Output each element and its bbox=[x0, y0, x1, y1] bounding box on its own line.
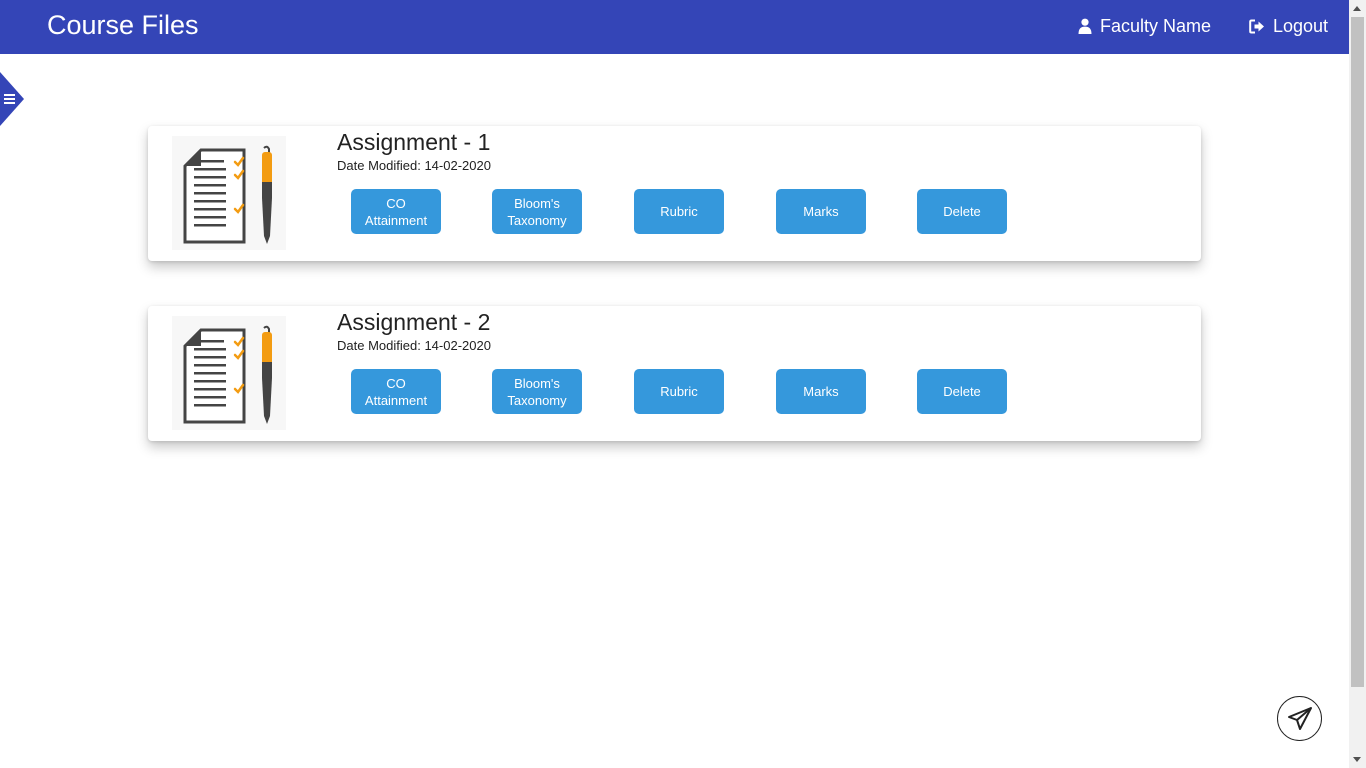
date-modified-value: 14-02-2020 bbox=[424, 158, 491, 173]
send-button[interactable] bbox=[1277, 696, 1322, 741]
scroll-up-arrow-icon[interactable] bbox=[1353, 6, 1361, 11]
blooms-taxonomy-button[interactable]: Bloom's Taxonomy bbox=[492, 189, 582, 234]
assignment-card: Assignment - 2 Date Modified: 14-02-2020 … bbox=[148, 306, 1201, 441]
rubric-button[interactable]: Rubric bbox=[634, 189, 724, 234]
vertical-scrollbar[interactable] bbox=[1349, 0, 1366, 768]
date-modified-label: Date Modified: bbox=[337, 158, 421, 173]
card-title: Assignment - 1 bbox=[337, 129, 491, 155]
date-modified: Date Modified: 14-02-2020 bbox=[337, 158, 491, 174]
blooms-taxonomy-button[interactable]: Bloom's Taxonomy bbox=[492, 369, 582, 414]
hamburger-icon bbox=[4, 94, 15, 104]
page: Course Files Faculty Name Logout Assignm… bbox=[0, 0, 1366, 768]
logout-button[interactable]: Logout bbox=[1249, 14, 1328, 38]
user-name-label: Faculty Name bbox=[1100, 15, 1212, 36]
delete-button[interactable]: Delete bbox=[917, 369, 1007, 414]
marks-button[interactable]: Marks bbox=[776, 369, 866, 414]
user-icon bbox=[1078, 18, 1092, 34]
rubric-button[interactable]: Rubric bbox=[634, 369, 724, 414]
co-attainment-button[interactable]: CO Attainment bbox=[351, 369, 441, 414]
paper-plane-icon bbox=[1287, 706, 1312, 730]
sidebar-toggle-button[interactable] bbox=[0, 72, 24, 126]
sign-out-icon bbox=[1249, 19, 1264, 33]
date-modified: Date Modified: 14-02-2020 bbox=[337, 338, 491, 354]
page-title: Course Files bbox=[47, 10, 199, 40]
card-title: Assignment - 2 bbox=[337, 309, 491, 335]
assignment-card: Assignment - 1 Date Modified: 14-02-2020 … bbox=[148, 126, 1201, 261]
header-bar: Course Files Faculty Name Logout bbox=[0, 0, 1349, 54]
date-modified-value: 14-02-2020 bbox=[424, 338, 491, 353]
logout-label: Logout bbox=[1273, 15, 1329, 36]
co-attainment-button[interactable]: CO Attainment bbox=[351, 189, 441, 234]
user-menu[interactable]: Faculty Name bbox=[1078, 14, 1211, 38]
date-modified-label: Date Modified: bbox=[337, 338, 421, 353]
delete-button[interactable]: Delete bbox=[917, 189, 1007, 234]
checklist-document-icon bbox=[172, 136, 286, 250]
scroll-down-arrow-icon[interactable] bbox=[1353, 757, 1361, 762]
marks-button[interactable]: Marks bbox=[776, 189, 866, 234]
checklist-document-icon bbox=[172, 316, 286, 430]
scroll-thumb[interactable] bbox=[1351, 17, 1364, 687]
